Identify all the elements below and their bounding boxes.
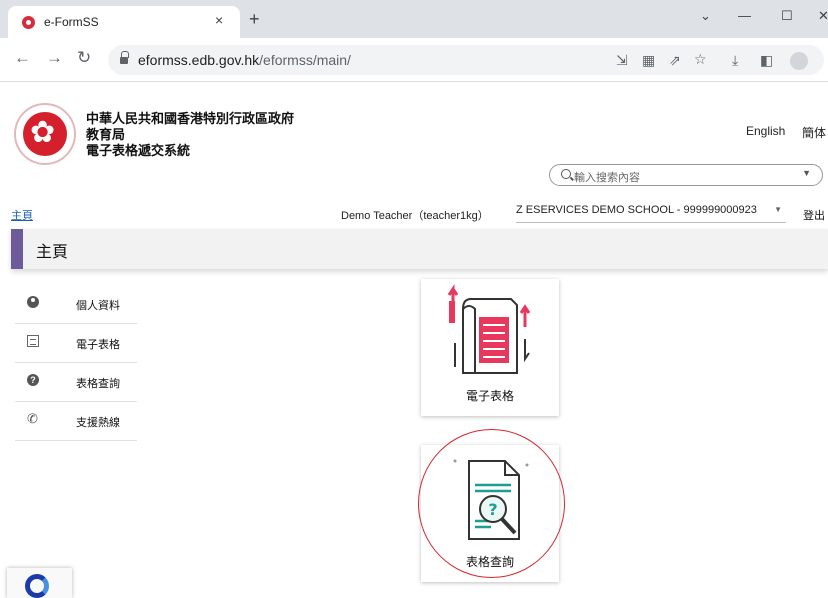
- browser-tab-strip: e-FormSS × + ⌄ — ☐ ✕: [0, 0, 828, 38]
- reload-icon[interactable]: ↻: [77, 49, 91, 66]
- bauhinia-icon: [23, 112, 67, 156]
- search-icon[interactable]: [561, 169, 571, 179]
- breadcrumb-home-link[interactable]: 主頁: [11, 207, 33, 223]
- new-tab-button[interactable]: +: [249, 10, 260, 28]
- user-name: Demo Teacher（teacher1kg）: [341, 210, 489, 222]
- user-circle-icon: [27, 296, 39, 308]
- recaptcha-icon: [25, 574, 49, 598]
- chevron-down-icon[interactable]: ▼: [774, 205, 782, 214]
- chevron-down-icon[interactable]: ▼: [802, 168, 811, 178]
- side-panel-icon[interactable]: ◧: [760, 53, 773, 67]
- recaptcha-badge[interactable]: [7, 568, 72, 598]
- sidebar-item-form-enquiry[interactable]: ? 表格查詢: [15, 364, 137, 402]
- download-icon[interactable]: ⤓: [732, 53, 738, 67]
- phone-icon: ✆: [27, 411, 38, 426]
- system-name: 電子表格遞交系統: [86, 144, 191, 159]
- school-select[interactable]: Z ESERVICES DEMO SCHOOL - 999999000923 ▼: [516, 203, 786, 223]
- title-accent: [11, 229, 23, 269]
- sidebar-item-profile[interactable]: 個人資料: [15, 286, 137, 324]
- eform-card[interactable]: 電子表格: [421, 279, 559, 416]
- sidebar-item-label: 電子表格: [76, 338, 120, 351]
- annotation-circle: [418, 429, 565, 578]
- close-window-icon[interactable]: ✕: [818, 8, 828, 24]
- forward-icon[interactable]: →: [46, 49, 63, 66]
- page-title: 主頁: [36, 242, 69, 261]
- sidebar-item-label: 表格查詢: [76, 377, 120, 390]
- lang-english-link[interactable]: English: [746, 124, 785, 138]
- page-title-bar: 主頁: [11, 229, 828, 269]
- share-icon[interactable]: ⇗: [669, 53, 681, 67]
- install-app-icon[interactable]: ⇲: [616, 53, 628, 67]
- browser-tab[interactable]: e-FormSS ×: [8, 6, 240, 38]
- translate-icon[interactable]: ▦: [642, 53, 655, 67]
- back-icon[interactable]: ←: [14, 49, 31, 66]
- logout-link[interactable]: 登出: [803, 207, 825, 223]
- profile-icon[interactable]: [790, 52, 808, 70]
- school-selected-value: Z ESERVICES DEMO SCHOOL - 999999000923: [516, 204, 757, 216]
- eform-card-label: 電子表格: [465, 389, 514, 403]
- lock-icon[interactable]: [120, 51, 129, 64]
- bookmark-star-icon[interactable]: ☆: [694, 52, 707, 66]
- tab-search-icon[interactable]: ⌄: [700, 8, 711, 24]
- sidebar-item-hotline[interactable]: ✆ 支援熱線: [15, 403, 137, 441]
- form-icon: [27, 335, 39, 347]
- maximize-icon[interactable]: ☐: [781, 8, 793, 24]
- minimize-icon[interactable]: —: [738, 8, 751, 23]
- favicon-icon: [22, 16, 35, 29]
- sidebar-item-label: 個人資料: [76, 299, 120, 312]
- sidebar-item-label: 支援熱線: [76, 416, 120, 429]
- address-bar[interactable]: eformss.edb.gov.hk/eformss/main/ ⇲ ▦ ⇗ ☆: [108, 45, 824, 75]
- hksar-emblem-logo[interactable]: [14, 103, 76, 165]
- tab-title: e-FormSS: [44, 15, 99, 29]
- tab-close-icon[interactable]: ×: [215, 12, 223, 28]
- help-icon: ?: [27, 374, 39, 386]
- search-placeholder: 輸入搜索內容: [574, 171, 640, 184]
- sidebar-item-eform[interactable]: 電子表格: [15, 325, 137, 363]
- url-text[interactable]: eformss.edb.gov.hk/eformss/main/: [138, 52, 351, 68]
- eform-document-icon: [447, 284, 531, 374]
- browser-toolbar: ← → ↻ eformss.edb.gov.hk/eformss/main/ ⇲…: [0, 38, 828, 82]
- lang-simplified-link[interactable]: 簡体: [802, 124, 826, 141]
- search-input[interactable]: 輸入搜索內容 ▼: [549, 164, 823, 186]
